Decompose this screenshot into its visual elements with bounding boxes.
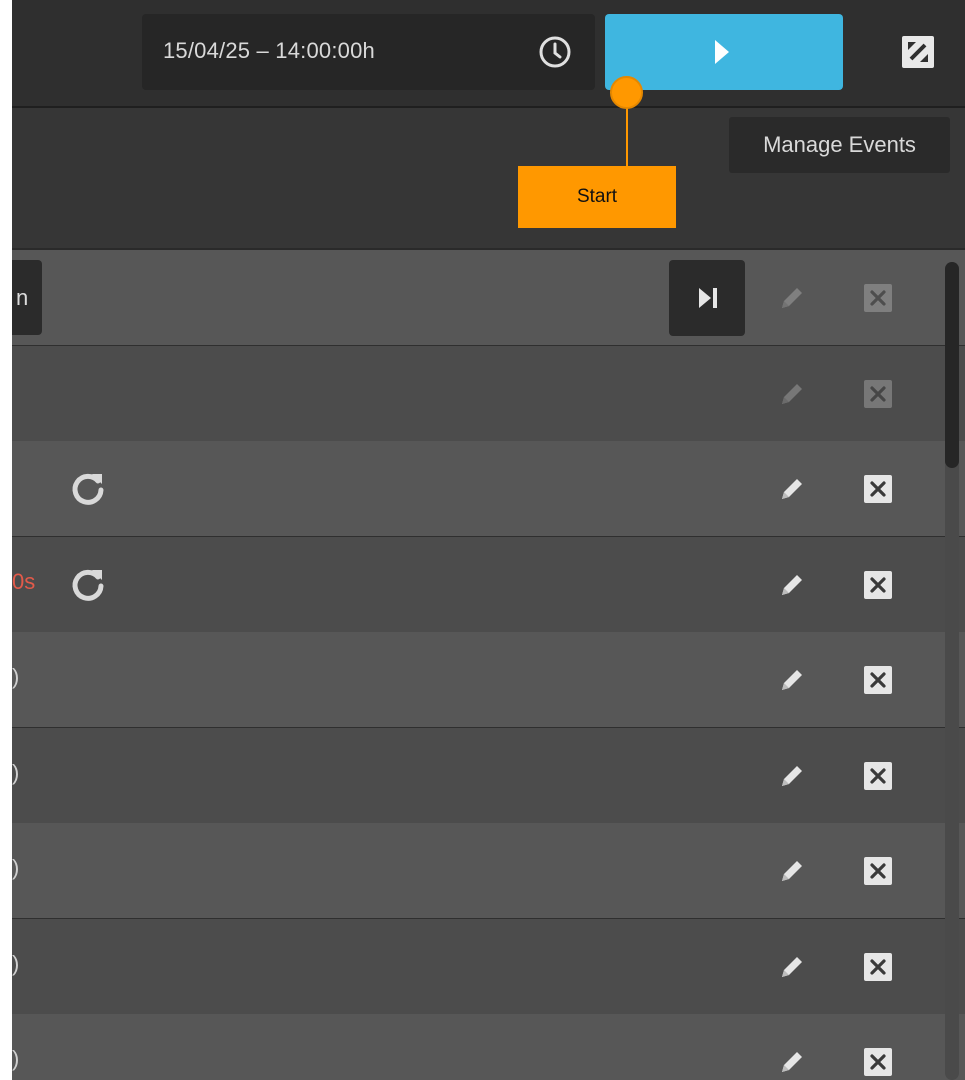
top-bar: 15/04/25 – 14:00:00h <box>12 0 965 108</box>
reload-icon[interactable] <box>68 564 108 604</box>
start-button[interactable] <box>605 14 843 90</box>
edit-icon[interactable] <box>776 951 808 983</box>
edit-icon[interactable] <box>776 282 808 314</box>
event-row: ) <box>12 918 965 1014</box>
scrollbar-thumb[interactable] <box>945 262 959 468</box>
edit-icon[interactable] <box>776 1046 808 1078</box>
row-action-button[interactable]: n <box>12 260 42 335</box>
clock-icon[interactable] <box>537 34 573 70</box>
delete-icon[interactable] <box>864 284 892 312</box>
event-row: n <box>12 250 965 345</box>
app-window: 15/04/25 – 14:00:00h Manage Events n 0s))… <box>12 0 965 1080</box>
event-row: ) <box>12 632 965 727</box>
edit-icon[interactable] <box>776 760 808 792</box>
event-row <box>12 441 965 536</box>
edit-icon[interactable] <box>776 664 808 696</box>
scrollbar[interactable] <box>945 262 959 1080</box>
event-row: 0s <box>12 536 965 632</box>
datetime-text: 15/04/25 – 14:00:00h <box>163 38 375 63</box>
delete-icon[interactable] <box>864 952 892 981</box>
event-row: ) <box>12 727 965 823</box>
edit-icon[interactable] <box>776 569 808 601</box>
reload-icon[interactable] <box>68 468 108 508</box>
play-icon <box>715 40 729 64</box>
delete-icon[interactable] <box>864 1048 892 1076</box>
event-row <box>12 345 965 441</box>
events-header: Manage Events <box>12 108 965 250</box>
row-status-text: ) <box>12 759 20 785</box>
event-row: ) <box>12 1014 965 1080</box>
row-action-label: n <box>16 285 29 310</box>
row-status-text: ) <box>12 1046 20 1071</box>
edit-icon[interactable] <box>776 378 808 410</box>
delete-icon[interactable] <box>864 666 892 694</box>
edit-icon[interactable] <box>776 473 808 505</box>
start-tooltip: Start <box>518 166 676 228</box>
event-row: ) <box>12 823 965 918</box>
row-status-text: 0s <box>12 568 36 594</box>
tooltip-connector <box>626 101 628 167</box>
delete-icon[interactable] <box>864 761 892 790</box>
delete-icon[interactable] <box>864 475 892 503</box>
edit-icon[interactable] <box>776 855 808 887</box>
datetime-field[interactable]: 15/04/25 – 14:00:00h <box>142 14 595 90</box>
row-status-text: ) <box>12 855 20 880</box>
delete-icon[interactable] <box>864 570 892 599</box>
row-status-text: ) <box>12 664 20 689</box>
tooltip-anchor-dot <box>610 76 643 109</box>
delete-icon[interactable] <box>864 379 892 408</box>
event-list: n 0s))))) <box>12 250 965 1080</box>
skip-next-button[interactable] <box>669 260 745 336</box>
manage-events-button[interactable]: Manage Events <box>729 117 950 173</box>
fullscreen-icon[interactable] <box>901 35 935 69</box>
row-status-text: ) <box>12 950 20 976</box>
delete-icon[interactable] <box>864 857 892 885</box>
